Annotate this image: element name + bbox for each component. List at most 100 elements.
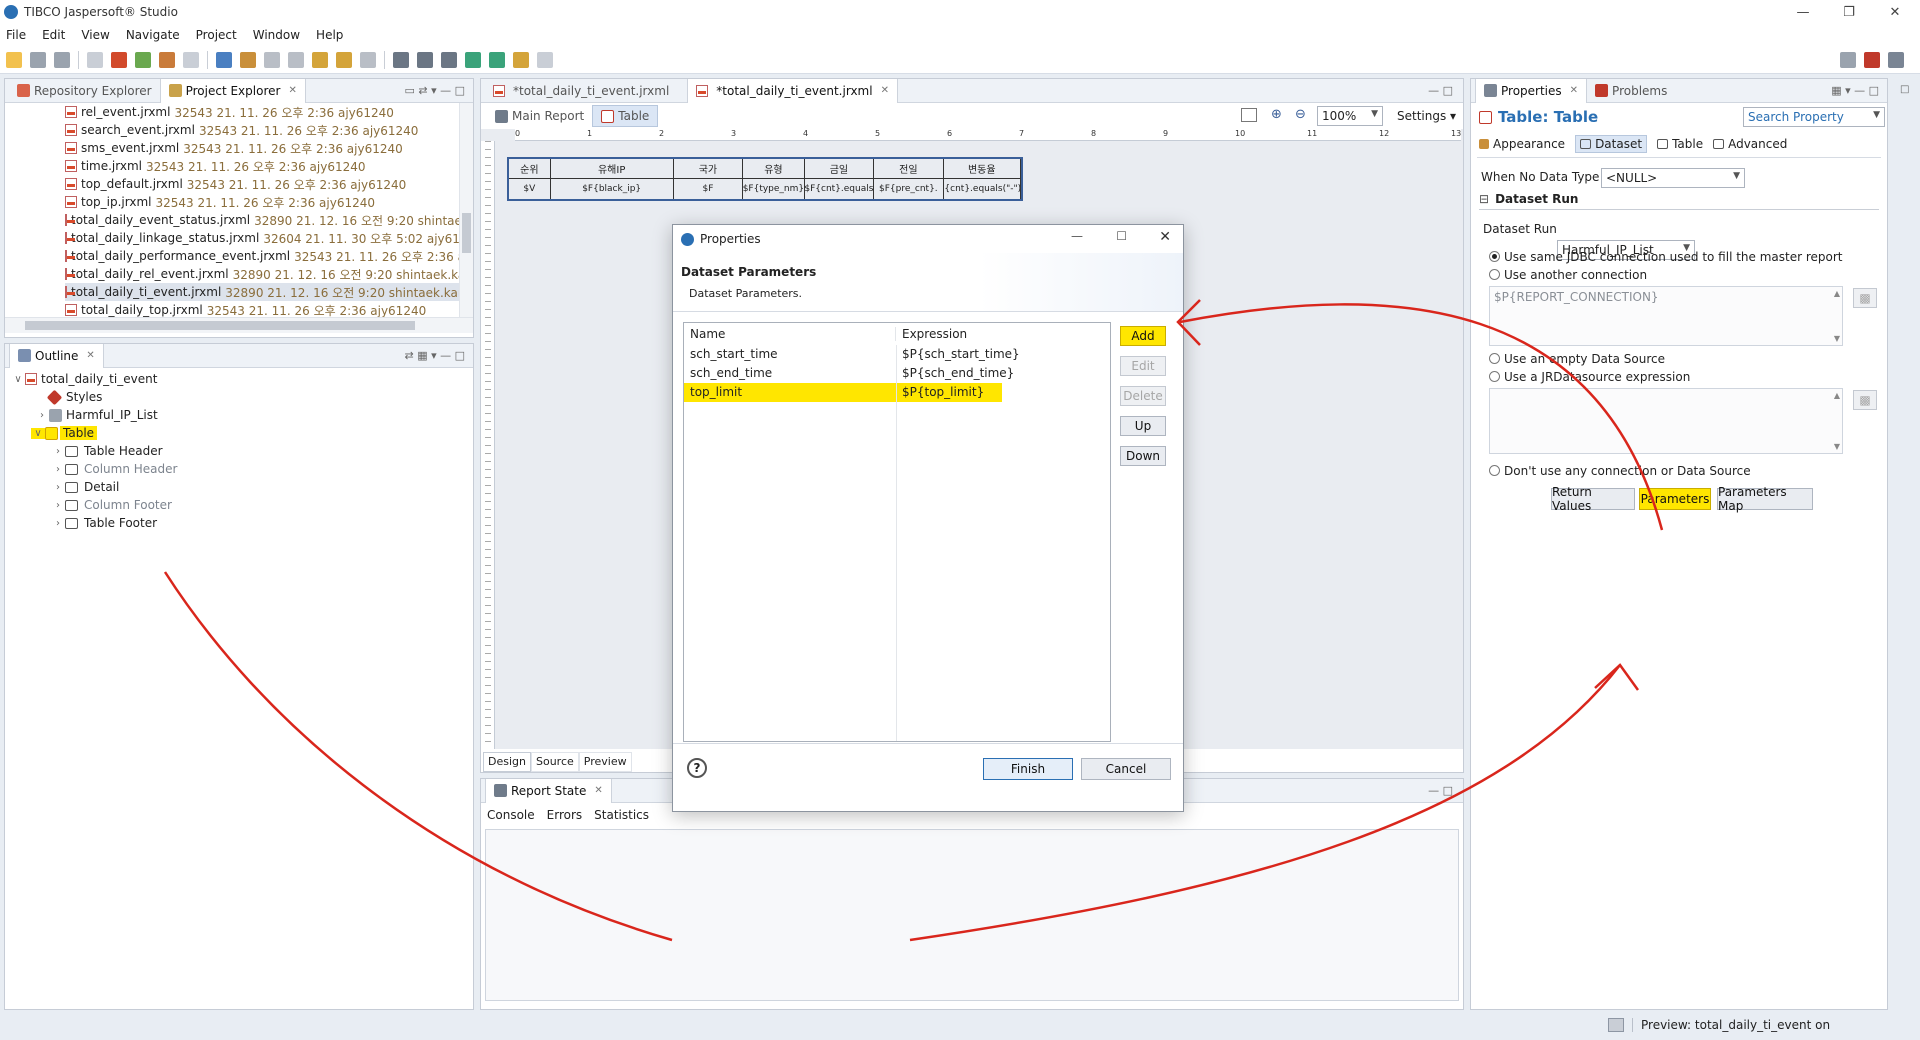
radio-jrdatasource[interactable]: Use a JRDatasource expression — [1489, 370, 1690, 384]
radio-another-connection[interactable]: Use another connection — [1489, 268, 1647, 282]
dialog-close-button[interactable]: ✕ — [1159, 229, 1171, 245]
return-values-button[interactable]: Return Values — [1551, 485, 1635, 513]
tab-design[interactable]: Design — [483, 752, 531, 772]
tree-item-table[interactable]: ∨ Table — [31, 424, 98, 442]
chevron-right-icon[interactable]: › — [51, 518, 65, 529]
column-name-header[interactable]: Name — [684, 327, 896, 341]
view-menu-icon[interactable]: ▭ ⇄ ▾ — □ — [404, 84, 465, 97]
redo-icon[interactable] — [537, 51, 553, 68]
table-detail-cell[interactable]: $F{cnt}.equals("-") || — [944, 179, 1021, 199]
table-header-cell[interactable]: 유형 — [743, 159, 805, 178]
run-icon[interactable] — [135, 51, 151, 68]
close-icon[interactable]: ✕ — [881, 85, 889, 96]
debug-icon[interactable] — [111, 51, 127, 68]
outline-view-controls[interactable]: ⇄ ▦ ▾ — □ — [404, 349, 465, 362]
tab-table-props[interactable]: Table — [1657, 137, 1703, 151]
table-header-cell[interactable]: 변동율 — [944, 159, 1021, 178]
horizontal-scrollbar[interactable] — [5, 317, 473, 333]
table-header-cell[interactable]: 국가 — [674, 159, 744, 178]
file-tree-item[interactable]: total_daily_linkage_status.jrxml 32604 21… — [65, 229, 468, 247]
wand-icon[interactable] — [240, 51, 256, 68]
undo-icon[interactable] — [513, 51, 529, 68]
tree-item-table-section[interactable]: › Column Header — [51, 460, 177, 478]
save-all-icon[interactable] — [54, 51, 70, 68]
prev-annotation-icon[interactable] — [288, 51, 304, 68]
tab-source[interactable]: Source — [530, 752, 579, 772]
preview-progress-icon[interactable] — [1608, 1018, 1624, 1032]
back-icon[interactable] — [336, 51, 352, 68]
tab-repository-explorer[interactable]: Repository Explorer — [9, 79, 160, 103]
parameters-button[interactable]: Parameters — [1639, 488, 1711, 510]
chevron-right-icon[interactable]: › — [51, 446, 65, 457]
menu-file[interactable]: File — [6, 28, 26, 42]
chevron-right-icon[interactable]: › — [35, 410, 49, 421]
size-icon[interactable] — [441, 51, 457, 68]
save-icon[interactable] — [30, 51, 46, 68]
table-detail-cell[interactable]: $F — [674, 179, 744, 199]
table-detail-cell[interactable]: $F{cnt}.equals — [805, 179, 875, 199]
zoom-out-icon[interactable]: ⊖ — [1295, 107, 1306, 122]
menu-edit[interactable]: Edit — [42, 28, 65, 42]
file-tree-item[interactable]: sms_event.jrxml 32543 21. 11. 26 오후 2:36 … — [65, 139, 461, 157]
jrdatasource-expression-field[interactable]: ▲ ▼ — [1489, 388, 1843, 454]
up-button[interactable]: Up — [1120, 416, 1166, 436]
layout2-icon[interactable] — [489, 51, 505, 68]
print-icon[interactable] — [87, 51, 103, 68]
file-tree-item[interactable]: rel_event.jrxml 32543 21. 11. 26 오후 2:36 … — [65, 103, 461, 121]
layout-icon[interactable] — [465, 51, 481, 68]
chevron-right-icon[interactable]: › — [51, 464, 65, 475]
tab-report-state[interactable]: Report State ✕ — [485, 778, 612, 803]
fit-page-icon[interactable] — [1241, 108, 1257, 122]
file-tree-item[interactable]: top_default.jrxml 32543 21. 11. 26 오후 2:3… — [65, 175, 461, 193]
tree-item-table-section[interactable]: › Table Footer — [51, 514, 157, 532]
table-detail-cell[interactable]: $F{black_ip} — [551, 179, 674, 199]
report-state-view-controls[interactable]: — □ — [1428, 784, 1453, 797]
close-icon[interactable]: ✕ — [86, 350, 94, 361]
menu-project[interactable]: Project — [196, 28, 237, 42]
close-window-button[interactable]: ✕ — [1872, 0, 1918, 24]
table-header-cell[interactable]: 금일 — [805, 159, 875, 178]
connection-expression-field[interactable]: $P{REPORT_CONNECTION} ▲ ▼ — [1489, 286, 1843, 346]
parameters-map-button[interactable]: Parameters Map — [1717, 485, 1813, 513]
finish-button[interactable]: Finish — [983, 758, 1073, 780]
when-no-data-combo[interactable]: <NULL> ▼ — [1601, 168, 1745, 188]
menu-navigate[interactable]: Navigate — [126, 28, 180, 42]
zoom-combo[interactable]: 100% ▼ — [1317, 106, 1383, 126]
delete-button[interactable]: Delete — [1120, 386, 1166, 406]
dialog-maximize-button[interactable]: ☐ — [1116, 229, 1127, 243]
maximize-button[interactable]: ❐ — [1826, 0, 1872, 24]
tab-statistics[interactable]: Statistics — [594, 808, 649, 822]
tab-preview[interactable]: Preview — [578, 752, 632, 772]
dataset-run-section[interactable]: ⊟ Dataset Run — [1479, 192, 1879, 210]
column-expression-header[interactable]: Expression — [896, 327, 967, 341]
table-detail-cell[interactable]: $V — [509, 179, 551, 199]
vertical-scrollbar[interactable] — [459, 103, 473, 317]
tab-editor-2[interactable]: *total_daily_ti_event.jrxml ✕ — [687, 78, 898, 103]
tree-item-styles[interactable]: Styles — [35, 388, 102, 406]
tab-dataset[interactable]: Dataset — [1575, 135, 1648, 153]
close-icon[interactable]: ✕ — [594, 785, 602, 796]
tab-properties[interactable]: Properties ✕ — [1475, 78, 1588, 103]
tree-root[interactable]: ∨ total_daily_ti_event — [11, 370, 157, 388]
file-tree-item[interactable]: total_daily_performance_event.jrxml 32543… — [65, 247, 468, 265]
tab-appearance[interactable]: Appearance — [1479, 137, 1565, 151]
table-detail-cell[interactable]: $F{pre_cnt}. — [874, 179, 944, 199]
publish-icon[interactable] — [183, 51, 199, 68]
tab-project-explorer[interactable]: Project Explorer ✕ — [159, 78, 306, 103]
menu-help[interactable]: Help — [316, 28, 343, 42]
dialog-minimize-button[interactable]: — — [1071, 229, 1083, 243]
tree-item-table-section[interactable]: › Column Footer — [51, 496, 172, 514]
expression-editor-button[interactable]: ▩ — [1853, 390, 1877, 410]
table-header-cell[interactable]: 전일 — [874, 159, 944, 178]
tree-item-table-section[interactable]: › Table Header — [51, 442, 163, 460]
new-icon[interactable] — [6, 51, 22, 68]
settings-menu[interactable]: Settings ▾ — [1397, 109, 1456, 123]
parameter-row[interactable]: sch_start_time $P{sch_start_time} — [684, 345, 1110, 364]
next-annotation-icon[interactable] — [264, 51, 280, 68]
tab-problems[interactable]: Problems — [1587, 79, 1675, 103]
editor-view-controls[interactable]: — □ — [1428, 84, 1453, 97]
tab-outline[interactable]: Outline ✕ — [9, 343, 104, 368]
search-icon[interactable] — [216, 51, 232, 68]
tab-table[interactable]: Table — [592, 105, 659, 127]
close-icon[interactable]: ✕ — [1570, 85, 1578, 96]
